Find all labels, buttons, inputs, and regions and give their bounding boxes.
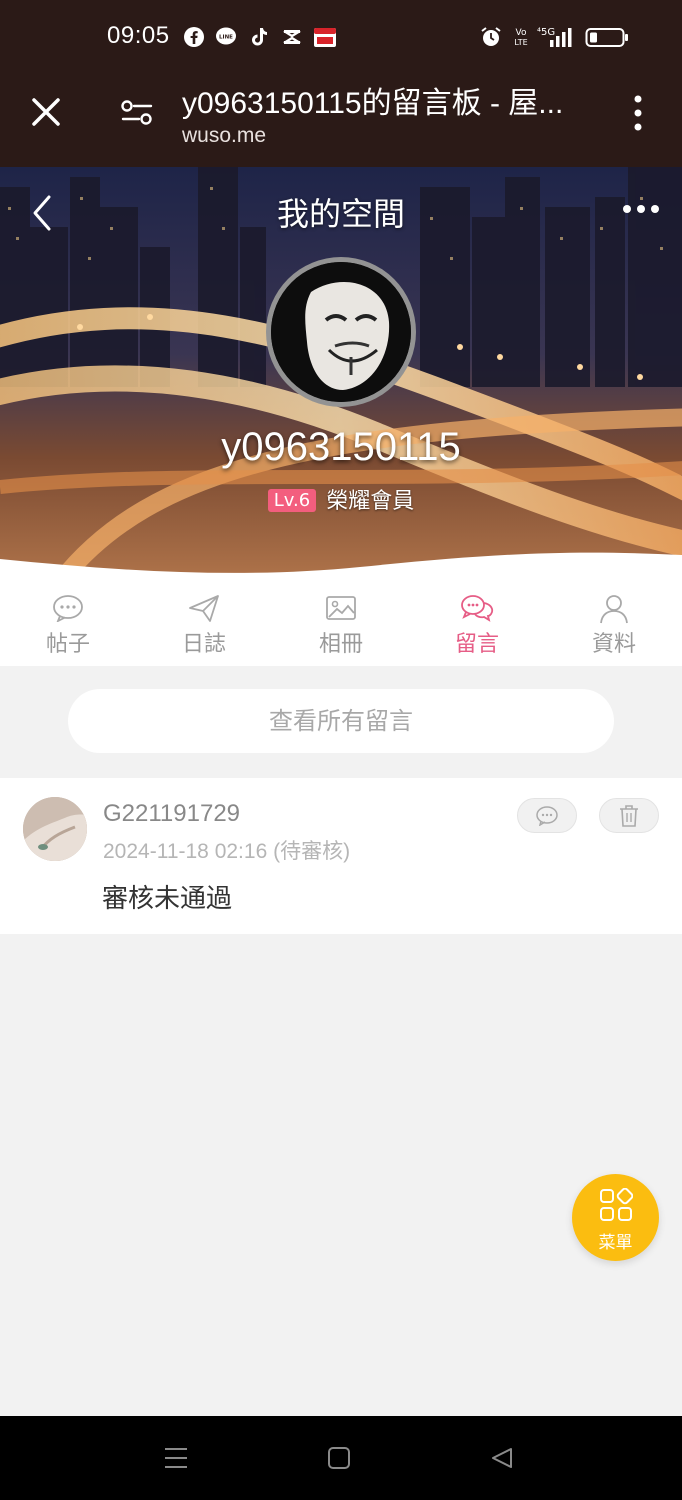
svg-text:Vo: Vo [516,28,527,38]
home-icon[interactable] [327,1446,351,1470]
profile-username: y0963150115 [221,425,461,469]
reply-button[interactable] [517,798,577,833]
capcut-icon [283,29,301,45]
image-icon [326,596,356,620]
more-icon[interactable] [622,203,660,215]
message-timestamp: 2024-11-18 02:16 (待審核) [103,840,351,863]
volte-icon: Vo LTE [514,28,527,47]
tab-album[interactable]: 相冊 [273,582,409,666]
menu-button[interactable]: 菜單 [572,1174,659,1261]
chat-bubble-icon [53,595,83,622]
tab-label: 資料 [591,632,636,657]
member-rank: Lv.6 榮耀會員 [0,483,682,515]
status-bar: 09:05 LINE Vo LTE ⁴5G [0,0,682,76]
apps-grid-icon [600,1188,633,1221]
close-icon[interactable] [30,96,62,128]
svg-text:LTE: LTE [514,38,527,47]
back-nav-icon[interactable] [490,1446,514,1470]
delete-button[interactable] [599,798,659,833]
tab-profile-info[interactable]: 資料 [546,582,682,666]
tab-label: 日誌 [181,632,226,657]
mask-avatar-image [271,262,411,402]
profile-header: 我的空間 y0963150115 Lv.6 榮耀會員 [0,167,682,582]
comment-icon [536,805,558,826]
rank-title: 榮耀會員 [326,489,415,514]
trash-icon [620,804,638,827]
menu-label: 菜單 [598,1233,633,1253]
message-icon [461,595,494,622]
battery-icon [585,28,628,47]
status-time: 09:05 [107,22,170,49]
hand-photo-avatar [23,797,87,861]
line-icon: LINE [216,27,236,45]
tab-messages[interactable]: 留言 [409,582,545,666]
svg-text:LINE: LINE [219,35,233,41]
recent-apps-icon[interactable] [163,1446,189,1470]
tiktok-icon [252,28,267,46]
tab-posts[interactable]: 帖子 [0,582,136,666]
svg-text:⁴5G: ⁴5G [537,27,555,38]
profile-avatar[interactable] [266,257,416,407]
message-content: 審核未通過 [102,884,233,914]
5g-signal-icon: ⁴5G [537,27,572,47]
page-title: y0963150115的留言板 - 屋... [182,87,564,120]
alarm-icon [481,27,501,46]
view-all-messages-button[interactable]: 查看所有留言 [68,689,614,753]
tab-journal[interactable]: 日誌 [136,582,272,666]
space-heading: 我的空間 [276,195,405,233]
system-navigation-bar [0,1416,682,1500]
calendar-app-icon [314,28,336,47]
tab-label: 留言 [454,632,499,657]
paper-plane-icon [189,595,219,622]
level-badge: Lv.6 [267,489,317,512]
person-icon [600,595,628,624]
page-url: wuso.me [182,124,267,147]
message-item: G221191729 2024-11-18 02:16 (待審核) 審核未通過 [0,778,682,934]
profile-tabs: 帖子 日誌 相冊 留言 資料 [0,582,682,666]
tab-label: 帖子 [45,632,90,657]
facebook-icon [184,27,204,47]
tab-label: 相冊 [318,632,363,657]
site-settings-icon[interactable] [120,98,154,128]
browser-toolbar: y0963150115的留言板 - 屋... wuso.me [0,76,682,167]
message-author[interactable]: G221191729 [103,800,240,828]
author-avatar[interactable] [23,797,87,861]
more-options-icon[interactable] [630,94,646,132]
